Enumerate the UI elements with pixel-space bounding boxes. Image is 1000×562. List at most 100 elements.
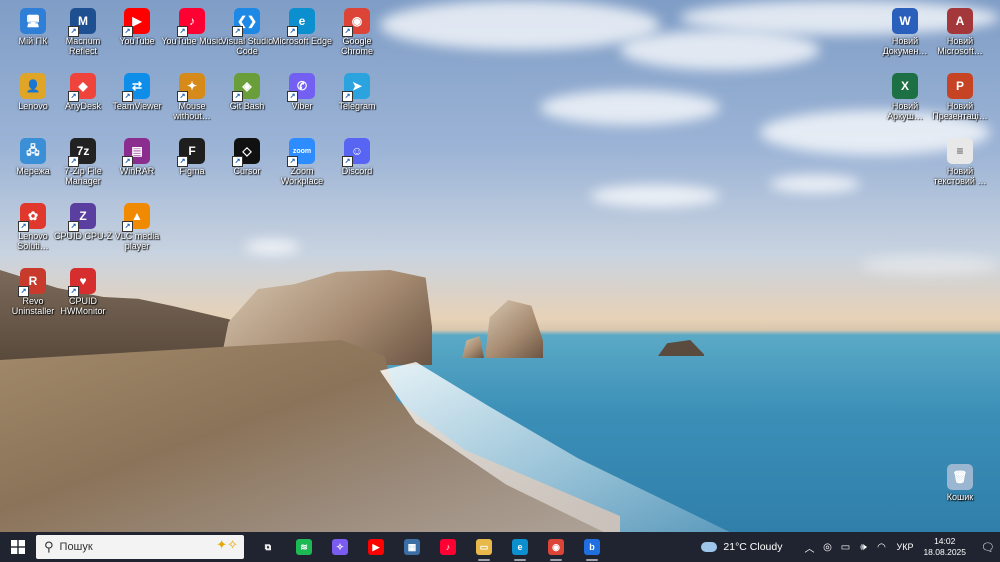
desktop-icon-mouse-without-borders[interactable]: ✦ ↗ Mouse without… [161,69,223,133]
desktop-icon-7zip[interactable]: 7z ↗ 7-Zip File Manager [52,134,114,198]
taskbar-search-box[interactable]: ⚲ Пошук ✦✧ [36,535,244,559]
discord-icon: ☺ ↗ [342,138,370,167]
taskbar-chrome-button[interactable]: ◉ [538,532,574,562]
chrome-icon: ◉ ↗ [342,8,370,37]
speaker-icon[interactable]: 🕪 [854,542,872,553]
running-indicator [478,559,490,561]
start-button[interactable] [0,532,36,562]
desktop-icon-git-bash[interactable]: ◈ ↗ Git Bash [216,69,278,133]
desktop-icon-vscode[interactable]: ❮❯ ↗ Visual Studio Code [216,4,278,68]
taskbar-file-explorer-button[interactable]: ▭ [466,532,502,562]
anydesk-icon: ◆ ↗ [68,73,96,102]
taskbar-youtube-music-button[interactable]: ♪ [430,532,466,562]
clock[interactable]: 14:02 18.08.2025 [923,536,966,558]
desktop-icon-figma[interactable]: F ↗ Figma [161,134,223,198]
taskbar-spotify-button[interactable]: ≋ [286,532,322,562]
system-tray: 21°C Cloudy ︿ ◎ ▭ 🕪 ◠ УКР 14:02 18.08.20… [701,532,1000,562]
shortcut-arrow-icon: ↗ [122,156,133,167]
desktop-icon-chrome[interactable]: ◉ ↗ Google Chrome [326,4,388,68]
recycle-bin-icon: 🗑 [947,464,973,490]
desktop-icon-powerpoint[interactable]: P Новий Презентаці… [929,69,991,133]
powerpoint-icon: P [947,73,973,99]
desktop-icon-macrium[interactable]: M ↗ Macrium Reflect [52,4,114,68]
wifi-icon[interactable]: ◠ [872,542,890,553]
shortcut-arrow-icon: ↗ [177,156,188,167]
taskbar-task-view-button[interactable]: ⧉ [250,532,286,562]
youtube-music-icon: ♪ ↗ [177,8,205,37]
shortcut-arrow-icon: ↗ [68,91,79,102]
taskbar-youtube-button[interactable]: ▶ [358,532,394,562]
desktop-icon-youtube[interactable]: ▶ ↗ YouTube [106,4,168,68]
shortcut-arrow-icon: ↗ [232,26,243,37]
desktop-icon-zoom[interactable]: zoom ↗ Zoom Workplace [271,134,333,198]
desktop-icon-anydesk[interactable]: ◆ ↗ AnyDesk [52,69,114,133]
notifications-icon[interactable]: 🗨 [976,541,1000,554]
desktop-icon-label: Mouse without… [173,101,211,121]
shortcut-arrow-icon: ↗ [177,26,188,37]
shortcut-arrow-icon: ↗ [342,26,353,37]
vscode-icon: ❮❯ ↗ [232,8,260,37]
shortcut-arrow-icon: ↗ [18,221,29,232]
desktop-icon-label: WinRAR [119,166,155,176]
macrium-icon: M ↗ [68,8,96,37]
vlc-icon: ▲ ↗ [122,203,150,232]
desktop-icon-label: Новий Презентаці… [932,101,988,121]
teamviewer-icon: ⇄ ↗ [122,73,150,102]
desktop-icon-label: Cursor [233,166,261,176]
desktop-icon-label: Git Bash [229,101,265,111]
shortcut-arrow-icon: ↗ [18,286,29,297]
desktop-icon-label: Новий Аркуш… [887,101,923,121]
desktop-icon-cpuz[interactable]: Z ↗ CPUID CPU-Z [52,199,114,263]
desktop-icon-vlc[interactable]: ▲ ↗ VLC media player [106,199,168,263]
winrar-icon: ▤ ↗ [122,138,150,167]
taskbar-pinned-apps: ⧉ ≋ ✧ ▶ ▦ ♪ ▭ e ◉ b [250,532,610,562]
desktop-icon-access-database[interactable]: A Новий Microsoft… [929,4,991,68]
battery-icon[interactable]: ▭ [836,542,854,553]
desktop-icon-label: Macrium Reflect [65,36,101,56]
cpuz-icon: Z ↗ [68,203,96,232]
taskbar-copilot-button[interactable]: ✧ [322,532,358,562]
shortcut-arrow-icon: ↗ [232,156,243,167]
taskbar: ⚲ Пошук ✦✧ ⧉ ≋ ✧ ▶ ▦ ♪ ▭ e ◉ b 21°C Cloudy ︿ ◎ ▭ … [0,532,1000,562]
desktop-icon-edge[interactable]: e ↗ Microsoft Edge [271,4,333,68]
taskbar-calculator-button[interactable]: ▦ [394,532,430,562]
desktop-icon-label: Новий текстовий … [933,166,987,186]
shortcut-arrow-icon: ↗ [287,91,298,102]
desktop-icon-label: AnyDesk [64,101,101,111]
shortcut-arrow-icon: ↗ [68,221,79,232]
desktop-icon-viber[interactable]: ✆ ↗ Viber [271,69,333,133]
search-highlight-sparkle-icon: ✦✧ [216,538,238,553]
shortcut-arrow-icon: ↗ [68,156,79,167]
desktop-icon-discord[interactable]: ☺ ↗ Discord [326,134,388,198]
desktop-icon-youtube-music[interactable]: ♪ ↗ YouTube Music [161,4,223,68]
youtube-icon: ▶ ↗ [122,8,150,37]
calculator-icon: ▦ [404,539,420,555]
desktop-icon-word-document[interactable]: W Новий Докумен… [874,4,936,68]
desktop-icon-excel-sheet[interactable]: X Новий Аркуш… [874,69,936,133]
desktop-icon-text-document[interactable]: ≡ Новий текстовий … [929,134,991,198]
desktop-icon-label: Новий Microsoft… [937,36,983,56]
zoom-icon: zoom ↗ [287,138,315,167]
task-view-icon: ⧉ [264,541,272,552]
desktop-icon-winrar[interactable]: ▤ ↗ WinRAR [106,134,168,198]
desktop-icon-telegram[interactable]: ➤ ↗ Telegram [326,69,388,133]
running-indicator [550,559,562,561]
desktop-icon-teamviewer[interactable]: ⇄ ↗ TeamViewer [106,69,168,133]
shortcut-arrow-icon: ↗ [232,91,243,102]
shortcut-arrow-icon: ↗ [122,91,133,102]
taskbar-edge-button[interactable]: e [502,532,538,562]
word-document-icon: W [892,8,918,34]
network-icon: 🖧 [20,138,46,164]
weather-widget[interactable]: 21°C Cloudy [701,541,782,553]
running-indicator [586,559,598,561]
lenovo-solutions-icon: ✿ ↗ [18,203,46,232]
show-hidden-icons-chevron-icon[interactable]: ︿ [800,540,818,555]
weather-temperature: 21°C [723,541,747,553]
desktop-icon-recycle-bin[interactable]: 🗑 Кошик [929,460,991,524]
desktop-icon-label: Visual Studio Code [220,36,274,56]
taskbar-bing-button[interactable]: b [574,532,610,562]
desktop-icon-cursor[interactable]: ◇ ↗ Cursor [216,134,278,198]
camera-icon[interactable]: ◎ [818,542,836,553]
language-indicator[interactable]: УКР [896,542,913,552]
desktop-icon-hwmonitor[interactable]: ♥ ↗ CPUID HWMonitor [52,264,114,328]
